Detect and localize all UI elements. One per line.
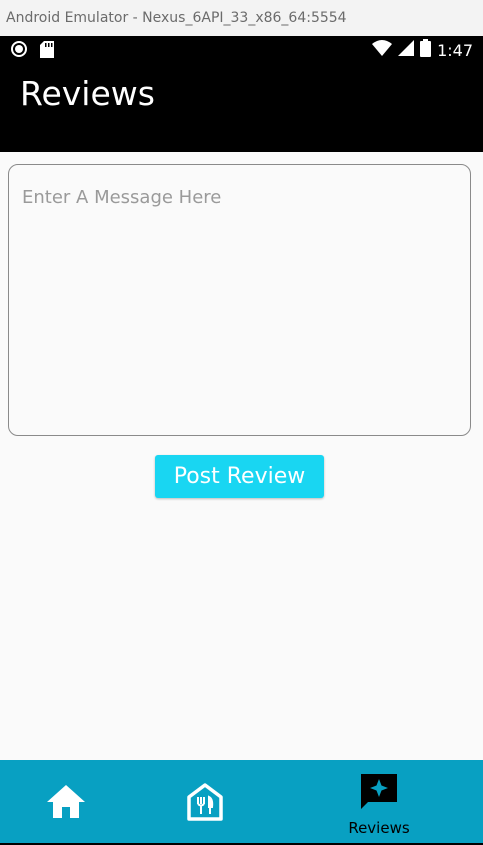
- status-time: 1:47: [437, 40, 473, 60]
- signal-icon: [398, 40, 415, 60]
- nav-item-home[interactable]: [46, 784, 86, 845]
- post-review-button[interactable]: Post Review: [155, 455, 324, 498]
- nav-item-restaurant[interactable]: [187, 783, 223, 845]
- nav-label-reviews: Reviews: [348, 819, 410, 837]
- reviews-icon: [359, 772, 399, 815]
- record-icon: [10, 40, 28, 63]
- message-input[interactable]: [8, 164, 471, 436]
- home-icon: [46, 784, 86, 823]
- sd-card-icon: [40, 40, 54, 63]
- main-content: Post Review: [0, 152, 483, 760]
- status-bar: 1:47: [0, 36, 483, 62]
- window-title: Android Emulator - Nexus_6API_33_x86_64:…: [6, 10, 347, 26]
- wifi-icon: [372, 40, 393, 60]
- battery-icon: [420, 39, 432, 61]
- nav-item-reviews[interactable]: Reviews: [340, 772, 418, 845]
- page-title: Reviews: [20, 74, 155, 113]
- restaurant-icon: [187, 783, 223, 826]
- app-bar: Reviews: [0, 62, 483, 152]
- bottom-navigation: Reviews: [0, 760, 483, 845]
- emulator-window: Android Emulator - Nexus_6API_33_x86_64:…: [0, 0, 483, 845]
- window-title-bar: Android Emulator - Nexus_6API_33_x86_64:…: [0, 0, 483, 36]
